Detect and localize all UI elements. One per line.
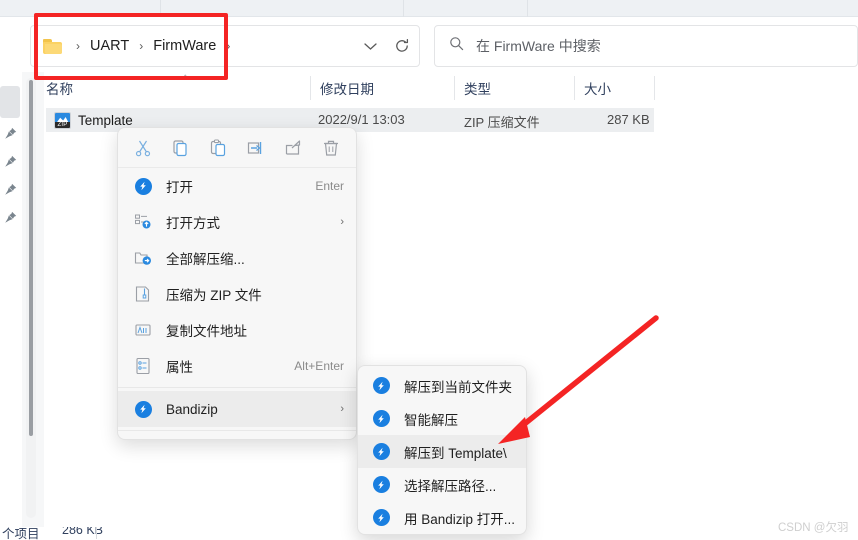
chevron-right-icon: › (340, 403, 344, 415)
menu-item-copy-path[interactable]: 复制文件地址 (118, 312, 356, 348)
menu-separator (118, 430, 356, 431)
properties-icon (132, 355, 154, 377)
menu-item-extract-all[interactable]: 全部解压缩... (118, 240, 356, 276)
file-size: 287 KB (607, 112, 650, 127)
menu-item-accelerator: Alt+Enter (294, 359, 344, 373)
submenu-item-extract-here[interactable]: 解压到当前文件夹 (358, 369, 526, 402)
menu-item-bandizip[interactable]: Bandizip › (118, 391, 356, 427)
bandizip-icon (370, 507, 392, 529)
submenu-item-label: 选择解压路径... (404, 478, 497, 494)
menu-item-accelerator: Enter (315, 179, 344, 193)
search-box[interactable]: 在 FirmWare 中搜索 (434, 25, 858, 67)
menu-item-show-more-options[interactable]: 显示更多选项 Shift+F10 (118, 434, 356, 439)
bandizip-submenu: 解压到当前文件夹 智能解压 解压到 Template\ 选择解压路径... 用 … (357, 365, 527, 535)
column-header-row: 名称 修改日期 类型 大小 ^ (0, 72, 858, 104)
file-type: ZIP 压缩文件 (464, 115, 540, 130)
column-divider[interactable] (654, 76, 655, 100)
zip-badge-label: ZIP (55, 121, 70, 128)
column-divider[interactable] (310, 76, 311, 100)
status-divider (96, 527, 97, 539)
command-bar-underline (0, 17, 858, 18)
submenu-item-label: 解压到当前文件夹 (404, 379, 512, 395)
context-menu: 打开 Enter 打开方式 › 全部解压缩... 压缩为 ZIP 文件 复制文件… (117, 127, 357, 440)
bandizip-icon (370, 408, 392, 430)
status-item-count: 个项目 (2, 527, 40, 540)
menu-item-label: 压缩为 ZIP 文件 (166, 288, 262, 303)
bandizip-icon (132, 175, 154, 197)
cut-icon[interactable] (128, 133, 158, 163)
menu-item-label: 打开方式 (166, 216, 220, 231)
share-icon[interactable] (278, 133, 308, 163)
pin-icon[interactable] (4, 155, 17, 168)
menu-item-label: 复制文件地址 (166, 324, 247, 339)
submenu-item-label: 用 Bandizip 打开... (404, 511, 516, 527)
zip-file-icon: ZIP (54, 111, 71, 129)
refresh-icon[interactable] (385, 26, 419, 66)
extract-all-icon (132, 247, 154, 269)
bandizip-icon (370, 375, 392, 397)
menu-item-label: 属性 (166, 360, 193, 375)
submenu-item-open-with-bandizip[interactable]: 用 Bandizip 打开... (358, 501, 526, 534)
paste-icon[interactable] (203, 133, 233, 163)
menu-item-label: 全部解压缩... (166, 252, 245, 267)
address-row: › UART › FirmWare › 在 FirmWare 中搜索 (0, 25, 858, 69)
pin-icon[interactable] (4, 127, 17, 140)
copy-path-icon (132, 319, 154, 341)
breadcrumb-separator: › (76, 39, 80, 53)
compress-zip-icon (132, 283, 154, 305)
scrollbar-thumb[interactable] (29, 80, 33, 436)
file-name: Template (78, 112, 133, 128)
open-with-icon (132, 211, 154, 233)
watermark: CSDN @欠羽 (778, 522, 849, 534)
command-bar-strip (0, 0, 858, 17)
column-header-size[interactable]: 大小 (584, 72, 611, 104)
column-header-modified[interactable]: 修改日期 (320, 72, 374, 104)
menu-item-open[interactable]: 打开 Enter (118, 168, 356, 204)
search-icon (449, 36, 464, 56)
menu-item-label: 打开 (166, 180, 193, 195)
breadcrumb: › UART › FirmWare › (70, 36, 236, 56)
menu-item-open-with[interactable]: 打开方式 › (118, 204, 356, 240)
breadcrumb-item-uart[interactable]: UART (86, 36, 133, 56)
column-divider[interactable] (454, 76, 455, 100)
bandizip-icon (132, 398, 154, 420)
address-bar[interactable]: › UART › FirmWare › (30, 25, 420, 67)
menu-separator (118, 387, 356, 388)
command-bar-divider (403, 0, 404, 17)
folder-icon (43, 38, 62, 54)
column-header-name[interactable]: 名称 (46, 72, 73, 104)
nav-rail (0, 72, 22, 527)
submenu-item-label: 智能解压 (404, 412, 458, 428)
menu-item-properties[interactable]: 属性 Alt+Enter (118, 348, 356, 384)
bandizip-icon (370, 474, 392, 496)
delete-icon[interactable] (316, 133, 346, 163)
bandizip-icon (370, 441, 392, 463)
context-menu-toolbar (118, 128, 356, 168)
pin-icon[interactable] (4, 183, 17, 196)
copy-icon[interactable] (165, 133, 195, 163)
file-modified: 2022/9/1 13:03 (318, 112, 405, 127)
menu-item-compress-zip[interactable]: 压缩为 ZIP 文件 (118, 276, 356, 312)
chevron-right-icon: › (340, 216, 344, 228)
search-placeholder: 在 FirmWare 中搜索 (476, 38, 601, 54)
submenu-item-extract-to-folder[interactable]: 解压到 Template\ (358, 435, 526, 468)
submenu-item-smart-extract[interactable]: 智能解压 (358, 402, 526, 435)
chevron-down-icon[interactable] (355, 26, 385, 66)
command-bar-divider (527, 0, 528, 17)
menu-item-label: Bandizip (166, 401, 218, 417)
breadcrumb-separator: › (226, 39, 231, 53)
sort-indicator-icon: ^ (183, 74, 188, 85)
breadcrumb-item-firmware[interactable]: FirmWare (149, 36, 220, 56)
rename-icon[interactable] (241, 133, 271, 163)
submenu-item-choose-path[interactable]: 选择解压路径... (358, 468, 526, 501)
command-bar-divider (160, 0, 161, 17)
address-bar-controls (355, 26, 419, 66)
breadcrumb-separator: › (139, 39, 144, 53)
nav-selected-indicator[interactable] (0, 86, 20, 118)
submenu-item-label: 解压到 Template\ (404, 445, 507, 461)
pin-icon[interactable] (4, 211, 17, 224)
column-header-type[interactable]: 类型 (464, 72, 491, 104)
file-explorer-window: › UART › FirmWare › 在 FirmWare 中搜索 名称 修改… (0, 0, 858, 540)
column-divider[interactable] (574, 76, 575, 100)
